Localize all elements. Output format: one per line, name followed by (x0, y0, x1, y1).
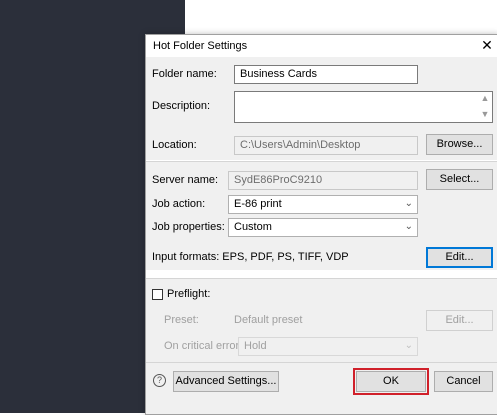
cancel-button[interactable]: Cancel (434, 371, 493, 392)
location-label: Location: (152, 139, 197, 151)
preflight-label: Preflight: (167, 288, 211, 300)
preflight-section: Preflight: Preset: Default preset Edit..… (146, 279, 497, 362)
folder-name-label: Folder name: (152, 68, 217, 80)
title-bar: Hot Folder Settings ✕ (146, 35, 497, 57)
server-name-field: SydE86ProC9210 (228, 171, 418, 190)
preset-value: Default preset (234, 314, 303, 326)
scroll-up-icon[interactable]: ▲ (480, 93, 490, 103)
preset-label: Preset: (164, 314, 199, 326)
chevron-down-icon: ⌄ (404, 198, 413, 209)
folder-name-field[interactable]: Business Cards (234, 65, 418, 84)
hot-folder-settings-dialog: Hot Folder Settings ✕ Folder name: Busin… (145, 34, 497, 415)
critical-error-value: Hold (244, 340, 267, 352)
scroll-down-icon[interactable]: ▼ (480, 109, 490, 119)
folder-section: Folder name: Business Cards Description:… (146, 57, 497, 160)
browse-button[interactable]: Browse... (426, 134, 493, 155)
ok-button[interactable]: OK (353, 368, 429, 395)
description-label: Description: (152, 100, 211, 112)
job-action-label: Job action: (152, 198, 206, 210)
help-icon[interactable]: ? (153, 374, 166, 387)
critical-error-label: On critical error: (164, 340, 243, 352)
description-field[interactable] (234, 91, 493, 123)
job-properties-select[interactable]: Custom ⌄ (228, 218, 418, 237)
job-action-select[interactable]: E-86 print ⌄ (228, 195, 418, 214)
select-server-button[interactable]: Select... (426, 169, 493, 190)
job-properties-label: Job properties: (152, 221, 225, 233)
chevron-down-icon: ⌄ (404, 221, 413, 232)
job-properties-value: Custom (234, 221, 272, 233)
server-name-label: Server name: (152, 174, 219, 186)
job-action-value: E-86 print (234, 198, 282, 210)
input-formats-label: Input formats: EPS, PDF, PS, TIFF, VDP (152, 251, 349, 263)
close-icon[interactable]: ✕ (480, 37, 494, 53)
edit-formats-button[interactable]: Edit... (426, 247, 493, 268)
critical-error-select: Hold ⌄ (238, 337, 418, 356)
preset-edit-button: Edit... (426, 310, 493, 331)
server-section: Server name: SydE86ProC9210 Select... Jo… (146, 162, 497, 270)
dialog-title: Hot Folder Settings (153, 40, 248, 52)
chevron-down-icon: ⌄ (404, 340, 413, 351)
location-field: C:\Users\Admin\Desktop (234, 136, 418, 155)
advanced-settings-button[interactable]: Advanced Settings... (173, 371, 279, 392)
preflight-checkbox[interactable] (152, 289, 163, 300)
footer: ? Advanced Settings... OK Cancel (146, 363, 497, 414)
